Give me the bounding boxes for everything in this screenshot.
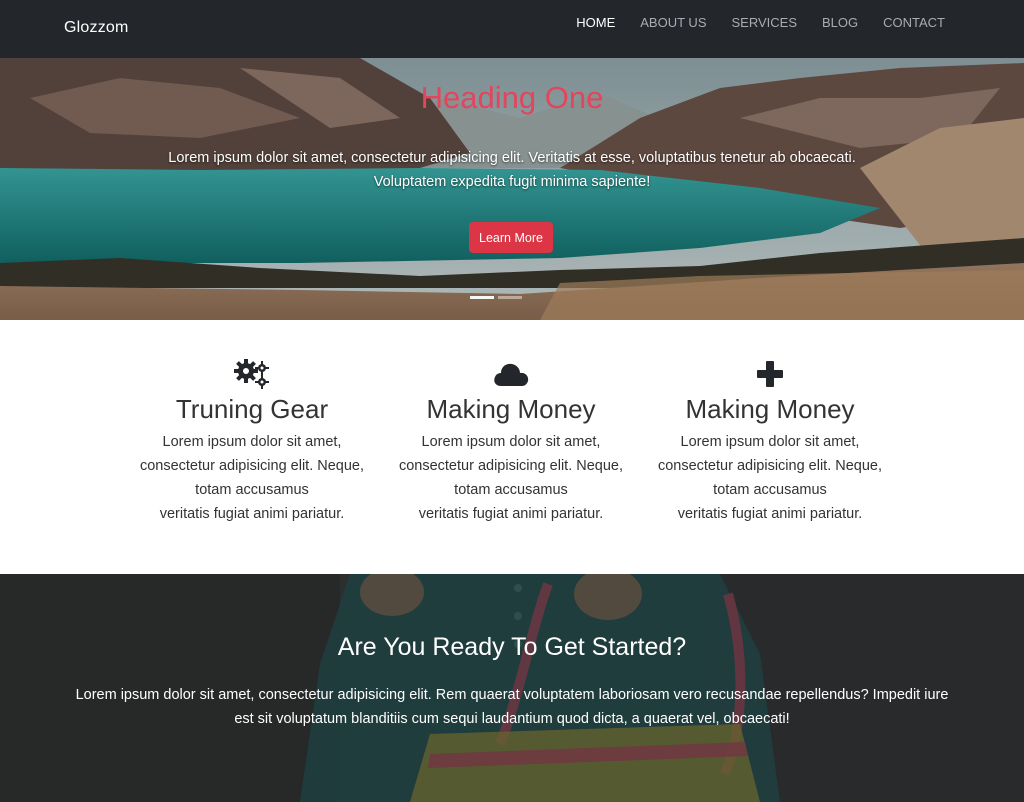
feature-line: veritatis fugiat animi pariatur.: [677, 506, 863, 522]
cloud-icon: [494, 363, 529, 386]
learn-more-button[interactable]: Learn More: [469, 222, 553, 253]
feature-line: Lorem ipsum dolor sit amet,: [162, 434, 342, 450]
feature-title: Making Money: [426, 394, 596, 424]
hero-carousel: Heading One Lorem ipsum dolor sit amet, …: [0, 58, 1024, 320]
carousel-indicator-2[interactable]: [498, 296, 522, 299]
feature-line: veritatis fugiat animi pariatur.: [418, 506, 604, 522]
feature-card-3: Making Money Lorem ipsum dolor sit amet,…: [650, 358, 890, 526]
feature-description: Lorem ipsum dolor sit amet, consectetur …: [391, 430, 631, 526]
plus-icon: [757, 361, 783, 387]
brand-logo[interactable]: Glozzom: [64, 19, 129, 37]
feature-line: totam accusamus: [454, 482, 568, 498]
feature-card-1: Truning Gear Lorem ipsum dolor sit amet,…: [132, 358, 372, 526]
feature-description: Lorem ipsum dolor sit amet, consectetur …: [650, 430, 890, 526]
feature-line: totam accusamus: [713, 482, 827, 498]
gears-icon: [234, 359, 269, 389]
feature-card-2: Making Money Lorem ipsum dolor sit amet,…: [391, 358, 631, 526]
feature-description: Lorem ipsum dolor sit amet, consectetur …: [132, 430, 372, 526]
cta-description: Lorem ipsum dolor sit amet, consectetur …: [75, 687, 949, 727]
feature-line: Lorem ipsum dolor sit amet,: [680, 434, 860, 450]
nav-link-home[interactable]: HOME: [576, 15, 615, 30]
cta-heading: Are You Ready To Get Started?: [337, 633, 687, 661]
nav-link-contact[interactable]: CONTACT: [883, 15, 945, 30]
navbar: Glozzom HOME ABOUT US SERVICES BLOG CONT…: [0, 0, 1024, 58]
features-section: Truning Gear Lorem ipsum dolor sit amet,…: [0, 320, 1024, 574]
carousel-indicator-1[interactable]: [470, 296, 494, 299]
feature-line: consectetur adipisicing elit. Neque,: [139, 458, 365, 474]
feature-line: Lorem ipsum dolor sit amet,: [421, 434, 601, 450]
hero-description: Lorem ipsum dolor sit amet, consectetur …: [168, 150, 856, 190]
get-started-section: Are You Ready To Get Started? Lorem ipsu…: [0, 574, 1024, 802]
feature-line: totam accusamus: [195, 482, 309, 498]
nav-link-services[interactable]: SERVICES: [731, 15, 797, 30]
carousel-indicators: [470, 296, 522, 299]
hero-heading: Heading One: [420, 80, 604, 115]
nav-link-about-us[interactable]: ABOUT US: [640, 15, 706, 30]
nav-link-blog[interactable]: BLOG: [822, 15, 858, 30]
feature-line: consectetur adipisicing elit. Neque,: [398, 458, 624, 474]
nav-menu: HOME ABOUT US SERVICES BLOG CONTACT: [551, 15, 945, 30]
feature-line: veritatis fugiat animi pariatur.: [159, 506, 345, 522]
feature-title: Making Money: [685, 394, 855, 424]
feature-line: consectetur adipisicing elit. Neque,: [657, 458, 883, 474]
feature-title: Truning Gear: [175, 394, 329, 424]
